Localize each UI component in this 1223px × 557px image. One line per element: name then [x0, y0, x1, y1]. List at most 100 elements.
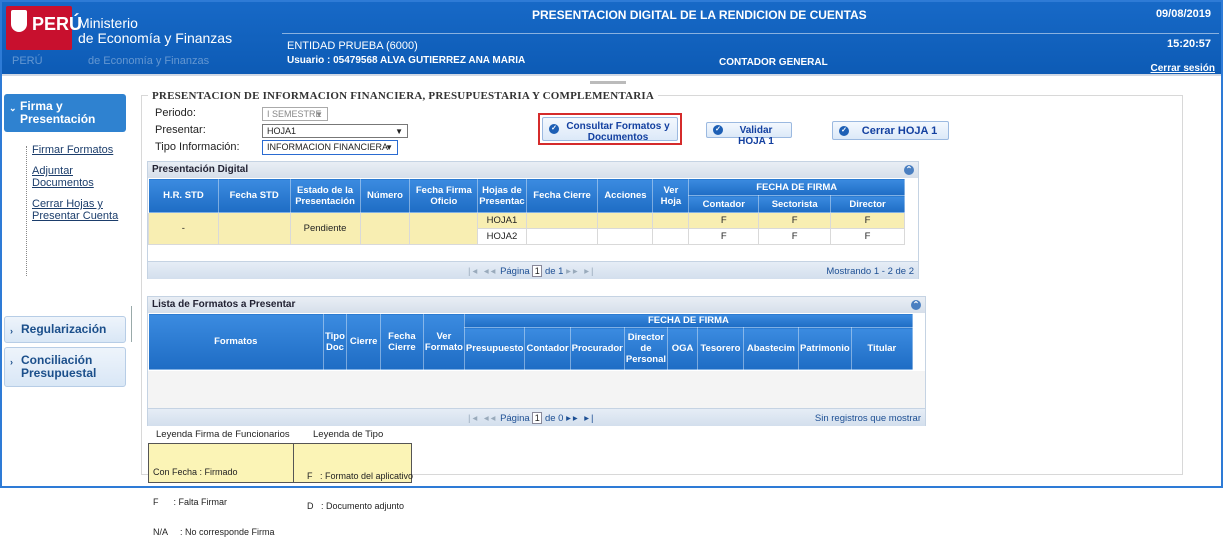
legend-tipo-title: Leyenda de Tipo — [313, 429, 384, 440]
splitter[interactable] — [131, 306, 132, 342]
header: PERÚ Ministerio de Economía y Finanzas P… — [2, 2, 1221, 74]
formatos-table: Formatos Tipo Doc Cierre Fecha Cierre Ve… — [148, 313, 914, 370]
col-fecha-cierre[interactable]: Fecha Cierre — [379, 313, 424, 370]
col-procurador[interactable]: Procurador — [569, 327, 625, 370]
col-tesorero[interactable]: Tesorero — [697, 327, 744, 370]
collapse-grip[interactable] — [590, 81, 626, 84]
col-acciones[interactable]: Acciones — [597, 178, 654, 213]
col-fecha-std[interactable]: Fecha STD — [217, 178, 291, 213]
cell-fecha-cierre — [525, 212, 599, 229]
cell-contador: F — [688, 212, 760, 229]
legend-firma: Con Fecha : Firmado F : Falta Firmar N/A… — [153, 447, 275, 557]
sidebar-item-label: Conciliación Presupuestal — [21, 353, 97, 380]
formatos-panel: Lista de Formatos a Presentar ⌃ Formatos … — [147, 296, 926, 426]
col-director-personal[interactable]: Director de Personal — [623, 327, 669, 370]
ministry-shadow: de Economía y Finanzas — [88, 55, 210, 67]
section-title: PRESENTACION DE INFORMACION FINANCIERA, … — [148, 90, 658, 102]
col-hr-std[interactable]: H.R. STD — [148, 178, 219, 213]
col-contador[interactable]: Contador — [524, 327, 571, 370]
legend-divider — [293, 444, 294, 482]
user-role: CONTADOR GENERAL — [719, 57, 828, 68]
logout-link[interactable]: Cerrar sesión — [1151, 63, 1215, 74]
cell-hr: - — [148, 212, 219, 245]
panel-title: Lista de Formatos a Presentar — [152, 299, 296, 310]
col-director[interactable]: Director — [830, 195, 905, 213]
peru-logo: PERÚ — [6, 6, 82, 50]
sidebar-link-cerrar[interactable]: Cerrar Hojas y Presentar Cuenta — [32, 198, 128, 222]
sidebar-link-adjuntar[interactable]: Adjuntar Documentos — [32, 165, 128, 189]
col-ver-hoja[interactable]: Ver Hoja — [652, 178, 690, 213]
presentacion-table: H.R. STD Fecha STD Estado de la Presenta… — [148, 178, 905, 245]
page-input[interactable]: 1 — [532, 265, 543, 277]
periodo-label: Periodo: — [155, 107, 196, 119]
col-titular[interactable]: Titular — [850, 327, 914, 370]
col-fecha-firma-oficio[interactable]: Fecha Firma Oficio — [409, 178, 479, 213]
collapse-icon[interactable]: ⌃ — [904, 165, 914, 175]
first-prev-icon[interactable]: |◂ ◂◂ — [468, 413, 497, 424]
user-info: Usuario : 05479568 ALVA GUTIERREZ ANA MA… — [287, 55, 526, 66]
dropdown-arrow-icon: ▼ — [395, 127, 403, 136]
legend-firma-title: Leyenda Firma de Funcionarios — [156, 429, 290, 440]
pager-summary: Mostrando 1 - 2 de 2 — [826, 266, 914, 277]
cerrar-hoja-button[interactable]: ✓ Cerrar HOJA 1 — [832, 121, 949, 140]
col-sectorista[interactable]: Sectorista — [758, 195, 832, 213]
col-fecha-cierre[interactable]: Fecha Cierre — [525, 178, 599, 213]
col-abastecim[interactable]: Abastecim — [742, 327, 800, 370]
sidebar-item-regularizacion[interactable]: › Regularización — [4, 316, 126, 343]
sidebar-item-conciliacion[interactable]: › Conciliación Presupuestal — [4, 347, 126, 387]
pager-total: de 0 — [544, 413, 564, 424]
brand-text: PERÚ — [32, 14, 83, 34]
tree-lines — [26, 146, 32, 276]
col-formatos[interactable]: Formatos — [148, 313, 324, 370]
col-patrimonio[interactable]: Patrimonio — [798, 327, 852, 370]
pager-summary: Sin registros que mostrar — [814, 413, 921, 424]
col-numero[interactable]: Número — [359, 178, 411, 213]
panel-title: Presentación Digital — [152, 164, 249, 175]
cell-hoja: HOJA2 — [477, 228, 527, 245]
validar-button[interactable]: ✓ Validar HOJA 1 — [706, 122, 792, 147]
tipo-select[interactable]: INFORMACION FINANCIERA ▼ — [262, 140, 398, 155]
presentar-label: Presentar: — [155, 124, 206, 136]
legend-line: D : Documento adjunto — [307, 501, 405, 511]
col-contador[interactable]: Contador — [688, 195, 760, 213]
ministry-line-1: Ministerio — [78, 15, 138, 31]
empty-body — [148, 371, 925, 408]
periodo-select[interactable]: I SEMESTRE ▼ — [262, 107, 328, 121]
collapse-icon[interactable]: ⌃ — [911, 300, 921, 310]
cell-director: F — [830, 228, 905, 245]
col-cierre[interactable]: Cierre — [346, 313, 381, 370]
cell-numero — [359, 212, 411, 245]
pager-controls: |◂ ◂◂ Página 1 de 1 ▸▸ ▸| — [468, 265, 596, 277]
col-tipo-doc[interactable]: Tipo Doc — [322, 313, 348, 370]
chevron-down-icon: ⌄ — [9, 103, 17, 113]
col-estado[interactable]: Estado de la Presentación — [289, 178, 361, 213]
legend-line: F : Formato del aplicativo — [307, 471, 414, 481]
periodo-value: I SEMESTRE — [267, 109, 322, 119]
app-title: PRESENTACION DIGITAL DE LA RENDICION DE … — [532, 8, 867, 22]
next-last-icon[interactable]: ▸▸ ▸| — [566, 413, 595, 424]
pager: |◂ ◂◂ Página 1 de 0 ▸▸ ▸| Sin registros … — [148, 408, 925, 426]
col-oga[interactable]: OGA — [667, 327, 699, 370]
table-row[interactable]: - Pendiente HOJA1 F F F — [148, 212, 905, 245]
header-divider — [282, 33, 1219, 34]
next-last-icon[interactable]: ▸▸ ▸| — [566, 266, 595, 277]
first-prev-icon[interactable]: |◂ ◂◂ — [468, 266, 497, 277]
sidebar-item-firma[interactable]: ⌄ Firma y Presentación — [4, 94, 126, 132]
panel-header: Lista de Formatos a Presentar ⌃ — [148, 297, 925, 313]
presentar-select[interactable]: HOJA1 ▼ — [262, 124, 408, 138]
entity-name: ENTIDAD PRUEBA (6000) — [287, 40, 418, 52]
sidebar-link-firmar[interactable]: Firmar Formatos — [32, 144, 128, 156]
col-ver-formato[interactable]: Ver Formato — [422, 313, 465, 370]
presentacion-panel: Presentación Digital ⌃ H.R. STD Fecha STD… — [147, 161, 919, 279]
cell-acciones — [597, 228, 654, 245]
pager: |◂ ◂◂ Página 1 de 1 ▸▸ ▸| Mostrando 1 - … — [148, 261, 918, 279]
cell-contador: F — [688, 228, 760, 245]
cell-ver — [652, 212, 690, 229]
cell-sectorista: F — [758, 228, 832, 245]
sidebar: ⌄ Firma y Presentación Firmar Formatos A… — [4, 94, 128, 387]
panel-header: Presentación Digital ⌃ — [148, 162, 918, 178]
legend-line: N/A : No corresponde Firma — [153, 527, 275, 537]
page-input[interactable]: 1 — [532, 412, 543, 424]
col-hojas[interactable]: Hojas de Presentac — [477, 178, 527, 213]
col-presupuesto[interactable]: Presupuesto — [463, 327, 526, 370]
